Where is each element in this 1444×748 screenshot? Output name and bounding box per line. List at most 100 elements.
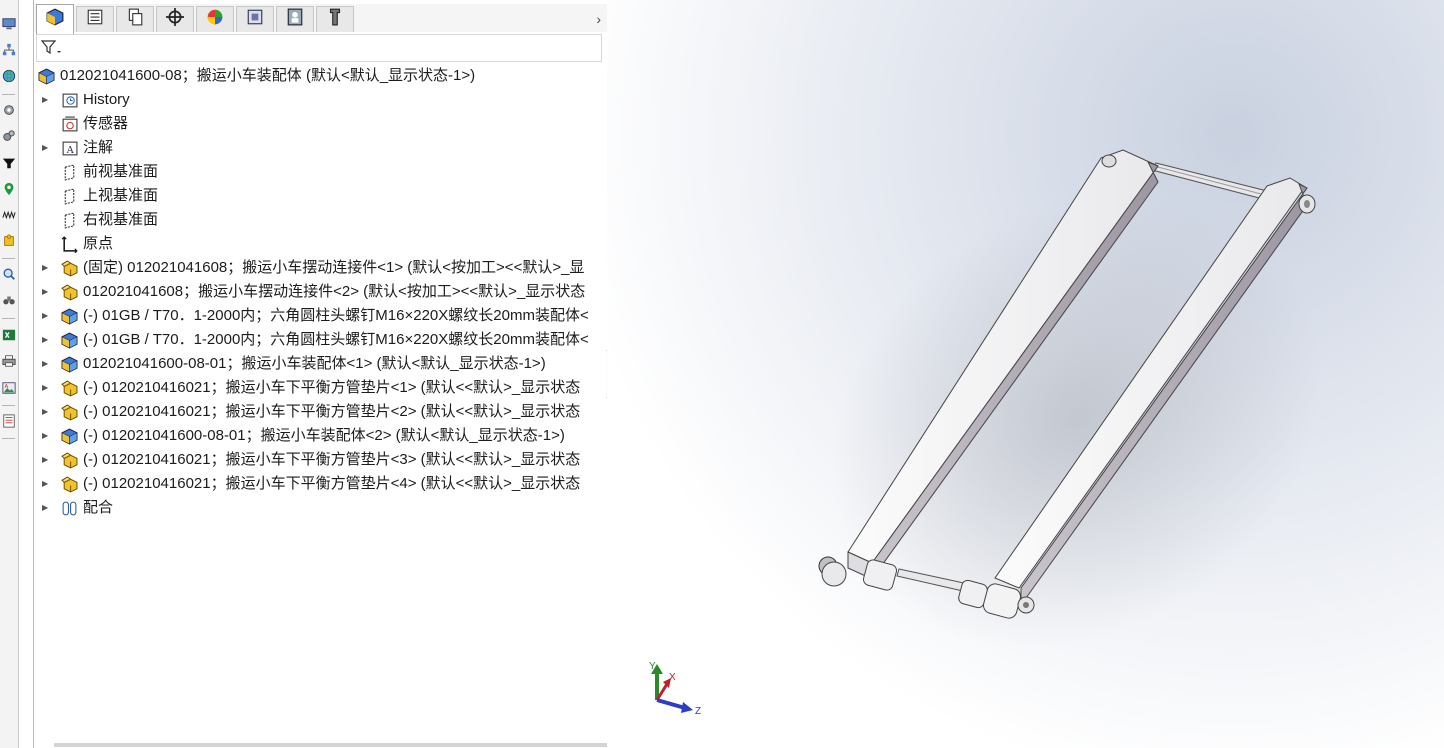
tree-item[interactable]: ▶ (-) 01GB / T70．1-2000内；六角圆柱头螺钉M16×220X螺… xyxy=(34,304,607,328)
tree-item-label: History xyxy=(83,91,130,108)
tree-item[interactable]: ▶ (-) 012021041600-08-01；搬运小车装配体<2> (默认<默… xyxy=(34,424,607,448)
excel-icon[interactable] xyxy=(1,327,16,342)
expand-arrow-icon[interactable]: ▶ xyxy=(42,88,52,112)
tab-cam-manager[interactable] xyxy=(236,6,274,32)
tab-property-manager[interactable] xyxy=(76,6,114,32)
image-icon[interactable]: A xyxy=(1,380,16,395)
expand-arrow-icon[interactable]: ▶ xyxy=(42,328,52,352)
display-manager-icon xyxy=(206,8,224,31)
binoculars-icon[interactable] xyxy=(1,292,16,307)
tree-item[interactable]: ▶ (-) 0120210416021；搬运小车下平衡方管垫片<1> (默认<<默… xyxy=(34,376,607,400)
tree-item-label: 原点 xyxy=(83,235,114,252)
triad-x-label: X xyxy=(669,672,676,683)
tree-item[interactable]: ▶ A 注解 xyxy=(34,136,607,160)
subassembly-icon xyxy=(60,308,78,325)
taskbar-separator xyxy=(2,438,15,439)
configuration-manager-icon xyxy=(126,8,144,31)
tab-dimxpert-manager[interactable] xyxy=(156,6,194,32)
tree-item[interactable]: ▶ 012021041608；搬运小车摆动连接件<2> (默认<按加工><<默认>… xyxy=(34,280,607,304)
tab-appearance-manager[interactable] xyxy=(276,6,314,32)
expand-arrow-icon[interactable]: ▶ xyxy=(42,352,52,376)
expand-arrow-icon[interactable]: ▶ xyxy=(42,304,52,328)
gear-icon[interactable] xyxy=(1,102,16,117)
expand-arrow-icon[interactable]: ▶ xyxy=(42,472,52,496)
expand-arrow-icon[interactable]: ▶ xyxy=(42,256,52,280)
puzzle-icon[interactable] xyxy=(1,233,16,248)
tree-item[interactable]: ▶ History xyxy=(34,88,607,112)
list-icon[interactable] xyxy=(1,413,16,428)
svg-text:A: A xyxy=(66,145,74,156)
expand-arrow-icon[interactable]: ▶ xyxy=(42,448,52,472)
tree-item-label: 右视基准面 xyxy=(83,211,159,228)
tab-scroll-arrow[interactable]: › xyxy=(596,11,601,27)
subassembly-icon xyxy=(60,332,78,349)
funnel-icon[interactable] xyxy=(1,155,16,170)
tree-item-label: 注解 xyxy=(83,139,114,156)
tree-item-label: (-) 0120210416021；搬运小车下平衡方管垫片<4> (默认<<默认… xyxy=(83,475,581,492)
tab-configuration-manager[interactable] xyxy=(116,6,154,32)
gears-icon[interactable] xyxy=(1,128,16,143)
dimxpert-manager-icon xyxy=(166,8,184,31)
plane-icon xyxy=(60,212,78,229)
network-icon[interactable] xyxy=(1,42,16,57)
assembly-model[interactable] xyxy=(607,0,1444,748)
tree-item-label: (-) 0120210416021；搬运小车下平衡方管垫片<1> (默认<<默认… xyxy=(83,379,581,396)
tree-item-label: (-) 01GB / T70．1-2000内；六角圆柱头螺钉M16×220X螺纹… xyxy=(83,331,589,348)
feature-manager-panel: › 012021041600-08；搬运小车装配体 (默认<默认_显示状态-1>… xyxy=(33,0,608,748)
search-doc-icon[interactable] xyxy=(1,266,16,281)
tree-item[interactable]: ▶ 012021041600-08-01；搬运小车装配体<1> (默认<默认_显示… xyxy=(34,352,607,376)
part-icon xyxy=(60,284,78,301)
tree-item[interactable]: 上视基准面 xyxy=(34,184,607,208)
tree-item-label: (-) 0120210416021；搬运小车下平衡方管垫片<2> (默认<<默认… xyxy=(83,403,581,420)
expand-arrow-icon[interactable]: ▶ xyxy=(42,376,52,400)
history-icon xyxy=(60,92,78,109)
spring-icon[interactable] xyxy=(1,207,16,222)
triad-y-label: Y xyxy=(649,661,656,672)
part-icon xyxy=(60,404,78,421)
printer-icon[interactable] xyxy=(1,353,16,368)
annotation-icon: A xyxy=(60,140,78,157)
tree-item[interactable]: ▶ (-) 0120210416021；搬运小车下平衡方管垫片<2> (默认<<默… xyxy=(34,400,607,424)
tree-item[interactable]: ▶ (-) 0120210416021；搬运小车下平衡方管垫片<4> (默认<<默… xyxy=(34,472,607,496)
filter-icon[interactable] xyxy=(40,40,61,61)
expand-arrow-icon[interactable]: ▶ xyxy=(42,400,52,424)
expand-arrow-icon[interactable]: ▶ xyxy=(42,280,52,304)
tab-tab-8[interactable] xyxy=(316,6,354,32)
tree-item-label: (固定) 012021041608；搬运小车摆动连接件<1> (默认<按加工><… xyxy=(83,259,585,276)
graphics-viewport[interactable]: Y X Z xyxy=(607,0,1444,748)
tab-display-manager[interactable] xyxy=(196,6,234,32)
orientation-triad: Y X Z xyxy=(649,661,701,717)
tree-item[interactable]: 传感器 xyxy=(34,112,607,136)
tree-item[interactable]: ▶ (固定) 012021041608；搬运小车摆动连接件<1> (默认<按加工>… xyxy=(34,256,607,280)
tree-item-label: (-) 012021041600-08-01；搬运小车装配体<2> (默认<默认… xyxy=(83,427,565,444)
top-cross-rod xyxy=(1151,162,1268,200)
tab-8-icon xyxy=(326,8,344,31)
map-pin-icon[interactable] xyxy=(1,181,16,196)
tree-item[interactable]: ▶ (-) 01GB / T70．1-2000内；六角圆柱头螺钉M16×220X螺… xyxy=(34,328,607,352)
monitor-icon[interactable] xyxy=(1,16,16,31)
svg-text:A: A xyxy=(4,384,8,390)
expand-arrow-icon[interactable]: ▶ xyxy=(42,496,52,520)
tree-item[interactable]: 前视基准面 xyxy=(34,160,607,184)
plane-icon xyxy=(60,164,78,181)
tree-item[interactable]: ▶ 配合 xyxy=(34,496,607,520)
expand-arrow-icon[interactable]: ▶ xyxy=(42,424,52,448)
tree-item-label: 前视基准面 xyxy=(83,163,159,180)
globe-icon[interactable] xyxy=(1,68,16,83)
tree-item[interactable]: ▶ (-) 0120210416021；搬运小车下平衡方管垫片<3> (默认<<默… xyxy=(34,448,607,472)
tree-item[interactable]: 右视基准面 xyxy=(34,208,607,232)
tab-feature-manager[interactable] xyxy=(36,4,74,34)
taskbar-separator xyxy=(2,94,15,95)
horizontal-scrollbar[interactable] xyxy=(54,743,607,747)
tree-item-label: 012021041600-08-01；搬运小车装配体<1> (默认<默认_显示状… xyxy=(83,355,546,372)
expand-arrow-icon[interactable]: ▶ xyxy=(42,136,52,160)
task-pane-bar: A xyxy=(0,0,19,748)
feature-tree-filter[interactable] xyxy=(36,34,602,62)
tree-root[interactable]: 012021041600-08；搬运小车装配体 (默认<默认_显示状态-1>) xyxy=(34,64,607,88)
taskbar-separator xyxy=(2,318,15,319)
part-icon xyxy=(60,452,78,469)
subassembly-icon xyxy=(60,356,78,373)
tree-item[interactable]: 原点 xyxy=(34,232,607,256)
feature-manager-icon xyxy=(46,8,64,31)
triad-z-label: Z xyxy=(695,706,701,717)
